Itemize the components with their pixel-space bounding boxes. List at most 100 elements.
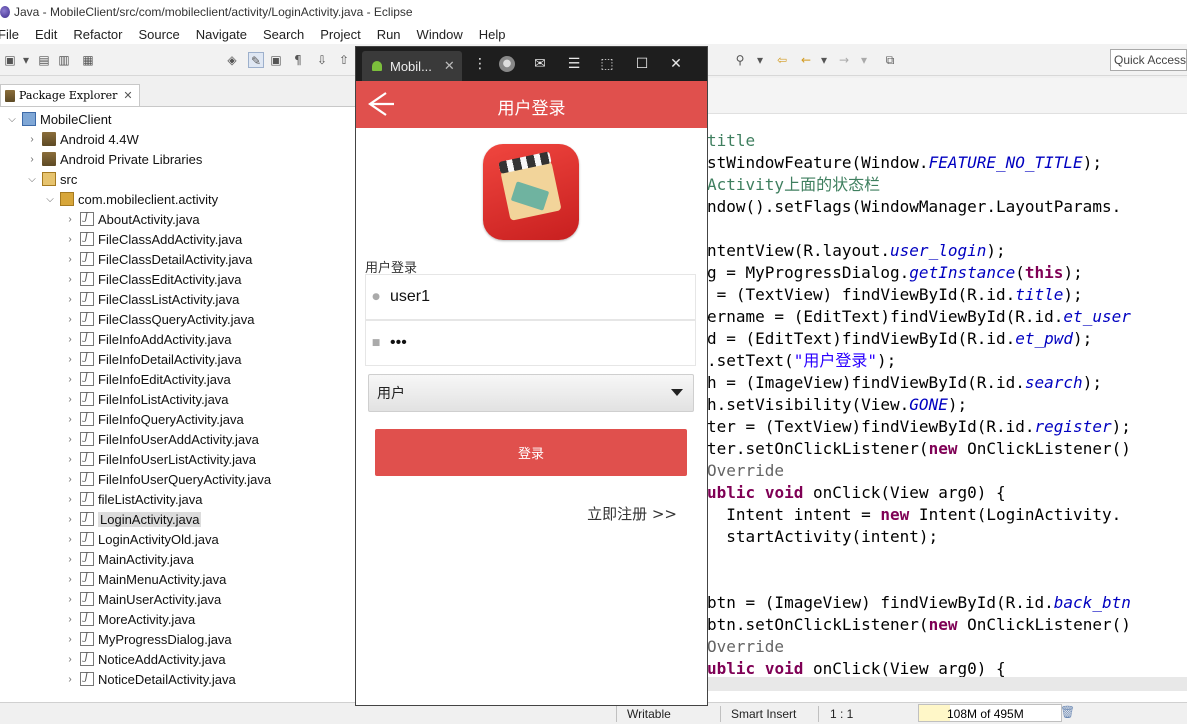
collapsed-chevron-icon[interactable]: › [26,154,38,165]
tree-file[interactable]: › fileListActivity.java [64,489,202,509]
collapsed-chevron-icon[interactable]: › [64,574,76,585]
menu-edit[interactable]: Edit [35,27,57,42]
emulator-tab[interactable]: Mobil... ✕ [362,51,462,81]
collapsed-chevron-icon[interactable]: › [64,594,76,605]
tree-file[interactable]: › LoginActivity.java [64,509,202,529]
tree-file[interactable]: › FileInfoAddActivity.java [64,329,231,349]
tree-file[interactable]: › MoreActivity.java [64,609,195,629]
collapsed-chevron-icon[interactable]: › [64,514,76,525]
collapsed-chevron-icon[interactable]: › [64,354,76,365]
username-field[interactable]: ● user1 [365,274,696,320]
new-icon[interactable]: ▣ [2,52,18,68]
tree-file[interactable]: › MainMenuActivity.java [64,569,226,589]
collapsed-chevron-icon[interactable]: › [64,494,76,505]
collapsed-chevron-icon[interactable]: › [64,394,76,405]
tree-file[interactable]: › NoticeAddActivity.java [64,649,225,669]
collapsed-chevron-icon[interactable]: › [26,134,38,145]
highlight-icon[interactable]: ✎ [248,52,264,68]
tree-file[interactable]: › NoticeDetailActivity.java [64,669,235,689]
role-select[interactable]: 用户 [368,374,694,412]
menu-source[interactable]: Source [139,27,180,42]
next-annotation-icon[interactable]: ⇩ [314,52,330,68]
tree-project[interactable]: ⌵ MobileClient [6,109,111,129]
collapsed-chevron-icon[interactable]: › [64,334,76,345]
menu-help[interactable]: Help [479,27,506,42]
garbage-collect-icon[interactable]: 🗑 [1060,705,1075,721]
close-icon[interactable]: ✕ [444,59,455,74]
back-arrow-icon[interactable]: ← [798,52,814,68]
tree-file[interactable]: › MainUserActivity.java [64,589,221,609]
menu-project[interactable]: Project [320,27,360,42]
tree-file[interactable]: › FileClassEditActivity.java [64,269,241,289]
tree-file[interactable]: › AboutActivity.java [64,209,199,229]
prev-annotation-icon[interactable]: ⇧ [336,52,352,68]
collapsed-chevron-icon[interactable]: › [64,634,76,645]
quick-access-input[interactable]: Quick Access [1110,49,1187,71]
collapsed-chevron-icon[interactable]: › [64,454,76,465]
back-dropdown-icon[interactable]: ▾ [816,52,832,68]
tree-file[interactable]: › FileInfoUserQueryActivity.java [64,469,271,489]
toggle-mark-icon[interactable]: ◈ [224,52,240,68]
tree-file[interactable]: › FileClassAddActivity.java [64,229,242,249]
tree-lib[interactable]: › Android 4.4W [26,129,138,149]
tree-file[interactable]: › FileInfoQueryActivity.java [64,409,243,429]
tree-src[interactable]: ⌵ src [26,169,77,189]
pin-icon[interactable]: ⚲ [732,52,748,68]
heap-status[interactable]: 108M of 495M [918,704,1062,722]
menu-run[interactable]: Run [377,27,401,42]
external-link-icon[interactable]: ⧉ [882,52,898,68]
tree-file[interactable]: › FileClassDetailActivity.java [64,249,252,269]
tree-file[interactable]: › FileInfoUserAddActivity.java [64,429,259,449]
menu-navigate[interactable]: Navigate [196,27,247,42]
menu-refactor[interactable]: Refactor [73,27,122,42]
collapsed-chevron-icon[interactable]: › [64,214,76,225]
collapsed-chevron-icon[interactable]: › [64,654,76,665]
close-icon[interactable]: ✕ [123,89,132,102]
collapsed-chevron-icon[interactable]: › [64,374,76,385]
tree-file[interactable]: › MyProgressDialog.java [64,629,231,649]
expanded-chevron-icon[interactable]: ⌵ [44,194,56,205]
tree-file[interactable]: › FileInfoListActivity.java [64,389,228,409]
collapsed-chevron-icon[interactable]: › [64,474,76,485]
collapsed-chevron-icon[interactable]: › [64,434,76,445]
tree-file[interactable]: › FileInfoEditActivity.java [64,369,230,389]
back-nav-icon[interactable]: ⇦ [774,52,790,68]
collapsed-chevron-icon[interactable]: › [64,294,76,305]
collapsed-chevron-icon[interactable]: › [64,274,76,285]
save-all-icon[interactable]: ▥ [56,52,72,68]
tree-package[interactable]: ⌵ com.mobileclient.activity [44,189,218,209]
account-icon[interactable]: ● [499,56,515,72]
collapsed-chevron-icon[interactable]: › [64,614,76,625]
save-icon[interactable]: ▤ [36,52,52,68]
more-vert-icon[interactable]: ⋮ [472,56,488,72]
code-editor[interactable]: title stWindowFeature(Window.FEATURE_NO_T… [707,78,1187,702]
password-field[interactable]: ■ ••• [365,320,696,366]
tree-file[interactable]: › FileInfoDetailActivity.java [64,349,241,369]
collapsed-chevron-icon[interactable]: › [64,674,76,685]
mail-icon[interactable]: ✉ [532,56,548,72]
collapsed-chevron-icon[interactable]: › [64,414,76,425]
collapsed-chevron-icon[interactable]: › [64,314,76,325]
collapsed-chevron-icon[interactable]: › [64,254,76,265]
menu-window[interactable]: Window [417,27,463,42]
maximize-icon[interactable]: ☐ [634,56,650,72]
print-icon[interactable]: ▦ [80,52,96,68]
tree-file[interactable]: › FileClassListActivity.java [64,289,239,309]
expanded-chevron-icon[interactable]: ⌵ [26,174,38,185]
expanded-chevron-icon[interactable]: ⌵ [6,114,18,125]
forward-dropdown-icon[interactable]: ▾ [856,52,872,68]
collapsed-chevron-icon[interactable]: › [64,554,76,565]
show-whitespace-icon[interactable]: ¶ [290,52,306,68]
register-link[interactable]: 立即注册 >> [587,503,677,524]
tree-lib[interactable]: › Android Private Libraries [26,149,202,169]
tree-file[interactable]: › MainActivity.java [64,549,194,569]
editor-horizontal-scrollbar[interactable] [707,677,1187,691]
tree-file[interactable]: › LoginActivityOld.java [64,529,218,549]
menu-search[interactable]: Search [263,27,304,42]
block-select-icon[interactable]: ▣ [268,52,284,68]
resize-icon[interactable]: ⬚ [599,56,615,72]
menu-icon[interactable]: ☰ [566,56,582,72]
collapsed-chevron-icon[interactable]: › [64,534,76,545]
package-explorer-tab[interactable]: Package Explorer ✕ [0,84,140,106]
minimize-icon[interactable]: ✕ [668,56,684,72]
